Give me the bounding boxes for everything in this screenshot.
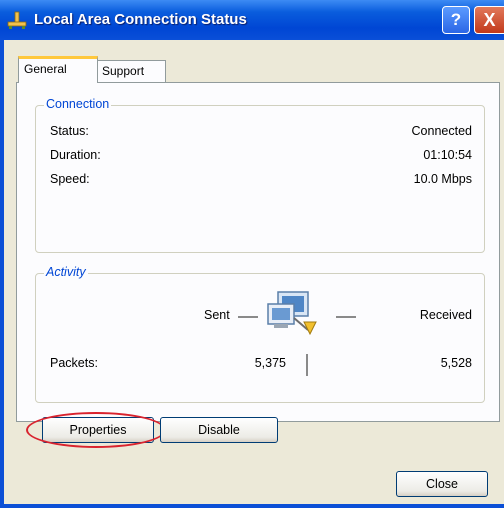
connection-group: Connection Status: Connected Duration: 0… [35, 97, 485, 253]
packets-label: Packets: [50, 356, 98, 370]
title-bar[interactable]: Local Area Connection Status ? X [0, 0, 504, 40]
status-label: Status: [50, 124, 89, 138]
title-close-button[interactable]: X [474, 6, 504, 34]
tab-support[interactable]: Support [96, 60, 166, 82]
sent-line [238, 316, 258, 318]
packets-divider [306, 354, 308, 376]
dialog-body: General Support Connection Status: Conne… [4, 40, 504, 504]
sent-label: Sent [204, 308, 230, 322]
duration-value: 01:10:54 [423, 148, 472, 162]
packets-sent-value: 5,375 [254, 356, 286, 370]
received-line [336, 316, 356, 318]
tab-general[interactable]: General [18, 56, 98, 83]
network-computers-icon [267, 291, 317, 336]
activity-legend: Activity [44, 265, 88, 279]
general-tab-panel: Connection Status: Connected Duration: 0… [16, 82, 500, 422]
connection-status-window: Local Area Connection Status ? X General… [0, 0, 504, 508]
window-title: Local Area Connection Status [34, 11, 247, 28]
duration-label: Duration: [50, 148, 101, 162]
status-value: Connected [411, 124, 472, 138]
speed-label: Speed: [50, 172, 90, 186]
network-connection-icon [7, 11, 27, 29]
activity-group: Activity Sent Received Packets: 5,375 5,… [35, 265, 485, 403]
speed-value: 10.0 Mbps [413, 172, 472, 186]
received-label: Received [419, 308, 472, 322]
help-button[interactable]: ? [442, 6, 470, 34]
disable-button[interactable]: Disable [160, 417, 278, 443]
properties-highlight-ring [26, 412, 166, 448]
close-button[interactable]: Close [396, 471, 488, 497]
connection-legend: Connection [44, 97, 112, 111]
packets-received-value: 5,528 [440, 356, 472, 370]
